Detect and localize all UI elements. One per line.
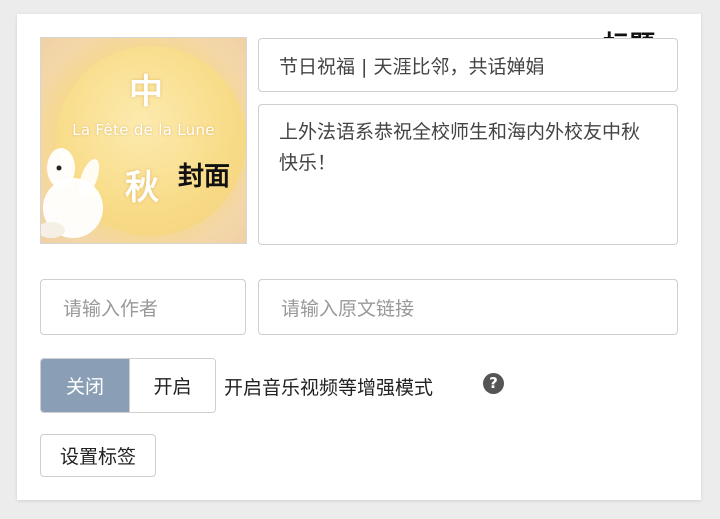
rabbit-icon <box>41 148 103 238</box>
cover-fete-text: La Fête de la Lune <box>72 121 215 139</box>
author-input[interactable]: 请输入作者 <box>40 279 246 335</box>
cover-char-top: 中 <box>129 72 163 112</box>
cover-annotation: 封面 <box>178 162 231 192</box>
enhanced-mode-label: 开启音乐视频等增强模式 <box>224 377 434 399</box>
cover-char-bottom: 秋 <box>125 168 159 208</box>
enhanced-mode-toggle[interactable]: 关闭 开启 <box>40 358 216 413</box>
toggle-off-button[interactable]: 关闭 <box>41 359 129 412</box>
summary-textarea[interactable]: 上外法语系恭祝全校师生和海内外校友中秋快乐！ <box>258 104 678 245</box>
set-tags-button[interactable]: 设置标签 <box>40 434 156 477</box>
cover-image[interactable]: 中 La Fête de la Lune 秋 <box>40 37 247 244</box>
article-settings-card: 中 La Fête de la Lune 秋 封面 标题 简介 节日祝福 | 天… <box>17 14 701 500</box>
question-circle-icon[interactable]: ? <box>483 373 504 394</box>
source-link-input[interactable]: 请输入原文链接 <box>258 279 678 335</box>
title-input[interactable]: 节日祝福 | 天涯比邻，共话婵娟 <box>258 38 678 92</box>
toggle-on-button[interactable]: 开启 <box>129 359 215 412</box>
